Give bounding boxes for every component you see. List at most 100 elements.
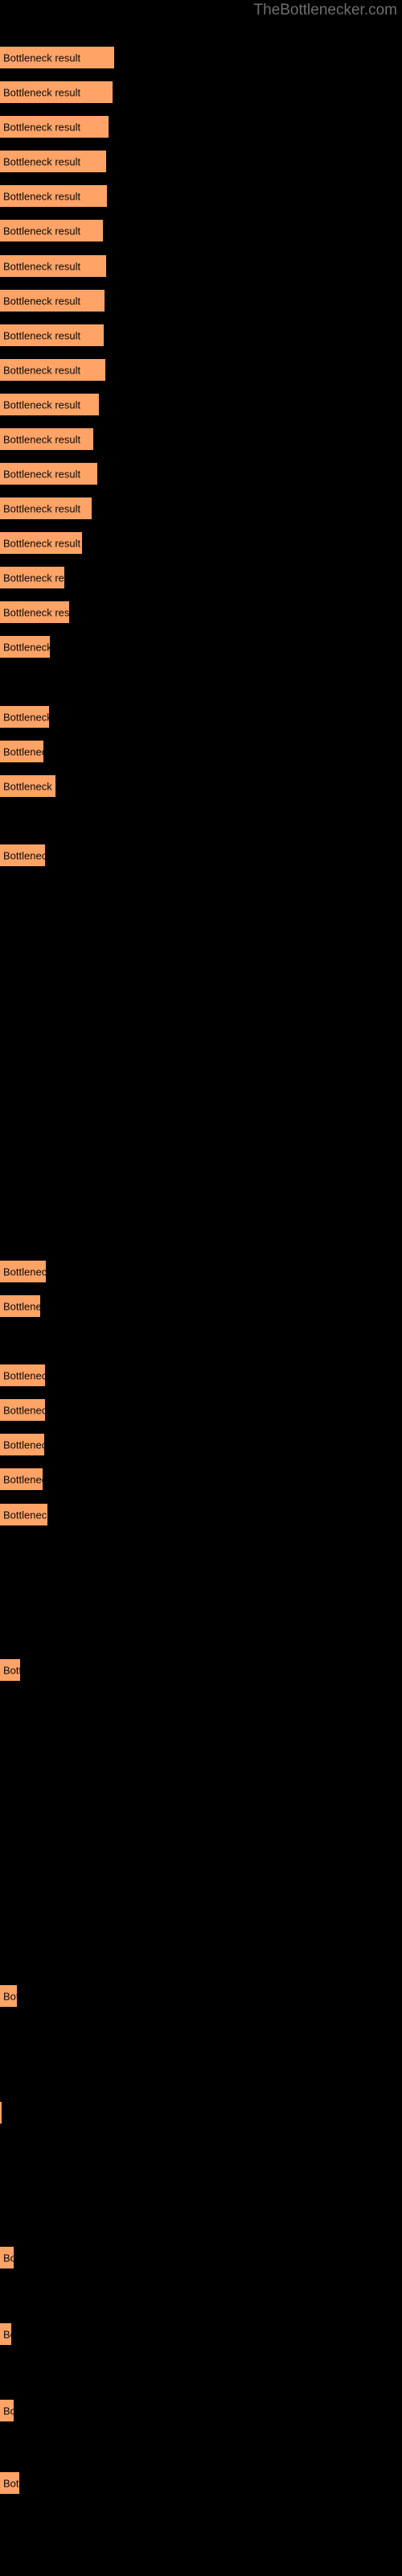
- bar[interactable]: Bottleneck result: [0, 393, 100, 416]
- bar[interactable]: Bottleneck result: [0, 774, 56, 798]
- bar[interactable]: Bottleneck result: [0, 1398, 46, 1422]
- bar[interactable]: Bottleneck result: [0, 289, 105, 312]
- bar-label: Bottleneck result: [3, 745, 43, 758]
- bar-row: Bottleneck result: [0, 774, 56, 798]
- bar[interactable]: Bottleneck result: [0, 497, 92, 520]
- bar[interactable]: Bottleneck result: [0, 46, 115, 69]
- bar-row: Bottleneck result: [0, 1984, 18, 2008]
- bar[interactable]: Bottleneck result: [0, 601, 70, 624]
- bar[interactable]: Bottleneck result: [0, 115, 109, 138]
- bar-label: Bottleneck result: [3, 711, 50, 723]
- bar-label: Bottleneck result: [3, 606, 70, 618]
- bar-row: Bottleneck result: [0, 462, 98, 485]
- bar-row: Bottleneck result: [0, 740, 44, 763]
- bar-label: Bottleneck result: [3, 2328, 11, 2340]
- bar-row: Bottleneck result: [0, 2246, 14, 2269]
- bar[interactable]: Bottleneck result: [0, 2101, 2, 2124]
- bar-label: Bottleneck result: [3, 502, 81, 514]
- bar[interactable]: Bottleneck result: [0, 358, 106, 382]
- bar-label: Bottleneck result: [3, 641, 51, 653]
- bar[interactable]: Bottleneck result: [0, 1364, 46, 1387]
- bar[interactable]: Bottleneck result: [0, 531, 83, 555]
- bar-label: Bottleneck result: [3, 1300, 41, 1312]
- bar-row: Bottleneck result: [0, 601, 70, 624]
- bar-label: Bottleneck result: [3, 329, 81, 341]
- bar[interactable]: Bottleneck result: [0, 2322, 12, 2346]
- bar[interactable]: Bottleneck result: [0, 80, 113, 104]
- bar-row: Bottleneck result: [0, 1364, 46, 1387]
- bar-label: Bottleneck result: [3, 1473, 43, 1485]
- bar[interactable]: Bottleneck result: [0, 635, 51, 658]
- bar-label: Bottleneck result: [3, 2477, 19, 2489]
- bar-row: Bottleneck result: [0, 1398, 46, 1422]
- bar[interactable]: Bottleneck result: [0, 705, 50, 729]
- bar-row: Bottleneck result: [0, 1658, 21, 1682]
- bar-label: Bottleneck result: [3, 2252, 14, 2264]
- bar-row: Bottleneck result: [0, 2399, 14, 2422]
- bar[interactable]: Bottleneck result: [0, 844, 46, 867]
- bar-row: Bottleneck result: [0, 1468, 43, 1491]
- bar[interactable]: Bottleneck result: [0, 184, 108, 208]
- bar[interactable]: Bottleneck result: [0, 1503, 48, 1526]
- bar-row: Bottleneck result: [0, 531, 83, 555]
- bar[interactable]: Bottleneck result: [0, 566, 65, 589]
- bar-row: Bottleneck result: [0, 115, 109, 138]
- bar-label: Bottleneck result: [3, 537, 81, 549]
- bar[interactable]: Bottleneck result: [0, 740, 44, 763]
- bar-label: Bottleneck result: [3, 155, 81, 167]
- bar[interactable]: Bottleneck result: [0, 427, 94, 451]
- bar-row: Bottleneck result: [0, 2471, 20, 2495]
- bar[interactable]: Bottleneck result: [0, 1433, 45, 1456]
- bar-row: Bottleneck result: [0, 150, 107, 173]
- bar-label: Bottleneck result: [3, 295, 81, 307]
- bar-label: Bottleneck result: [3, 1369, 45, 1381]
- bar-label: Bottleneck result: [3, 433, 81, 445]
- bar-row: Bottleneck result: [0, 427, 94, 451]
- bar-row: Bottleneck result: [0, 184, 108, 208]
- bar-row: Bottleneck result: [0, 635, 51, 658]
- bar-label: Bottleneck result: [3, 2405, 14, 2417]
- bottleneck-bar-chart: Bottleneck result Bottleneck result Bottle…: [0, 0, 402, 2576]
- bar-row: Bottleneck result: [0, 324, 105, 347]
- bar-row: Bottleneck result: [0, 497, 92, 520]
- bar-label: Bottleneck result: [3, 780, 55, 792]
- bar-label: Bottleneck result: [3, 86, 81, 98]
- bar[interactable]: Bottleneck result: [0, 1294, 41, 1318]
- bar-row: Bottleneck result: [0, 1433, 45, 1456]
- bar[interactable]: Bottleneck result: [0, 2471, 20, 2495]
- bar[interactable]: Bottleneck result: [0, 1658, 21, 1682]
- bar-label: Bottleneck result: [3, 121, 81, 133]
- bar-row: Bottleneck result: [0, 219, 104, 242]
- bar[interactable]: Bottleneck result: [0, 219, 104, 242]
- bar-label: Bottleneck result: [3, 1439, 44, 1451]
- bar[interactable]: Bottleneck result: [0, 150, 107, 173]
- bar-row: Bottleneck result: [0, 1294, 41, 1318]
- bar[interactable]: Bottleneck result: [0, 462, 98, 485]
- bar[interactable]: Bottleneck result: [0, 1260, 47, 1283]
- bar-label: Bottleneck result: [3, 260, 81, 272]
- bar[interactable]: Bottleneck result: [0, 2246, 14, 2269]
- bar-label: Bottleneck result: [3, 849, 45, 861]
- bar[interactable]: Bottleneck result: [0, 1984, 18, 2008]
- bar-row: Bottleneck result: [0, 358, 106, 382]
- bar[interactable]: Bottleneck result: [0, 2399, 14, 2422]
- bar[interactable]: Bottleneck result: [0, 1468, 43, 1491]
- bar-row: Bottleneck result: [0, 393, 100, 416]
- bar[interactable]: Bottleneck result: [0, 254, 107, 278]
- bar-label: Bottleneck result: [3, 52, 81, 64]
- bar-label: Bottleneck result: [3, 225, 81, 237]
- bar-label: Bottleneck result: [3, 190, 81, 202]
- bar-label: Bottleneck result: [3, 364, 81, 376]
- bar-row: Bottleneck result: [0, 254, 107, 278]
- bar-row: Bottleneck result: [0, 844, 46, 867]
- bar[interactable]: Bottleneck result: [0, 324, 105, 347]
- bar-row: Bottleneck result: [0, 2322, 12, 2346]
- bar-row: Bottleneck result: [0, 80, 113, 104]
- bar-label: Bottleneck result: [3, 572, 64, 584]
- bar-label: Bottleneck result: [3, 398, 81, 411]
- bar-row: Bottleneck result: [0, 289, 105, 312]
- bar-row: Bottleneck result: [0, 705, 50, 729]
- bar-row: Bottleneck result: [0, 2101, 2, 2124]
- bar-row: Bottleneck result: [0, 1503, 48, 1526]
- bar-label: Bottleneck result: [3, 1404, 45, 1416]
